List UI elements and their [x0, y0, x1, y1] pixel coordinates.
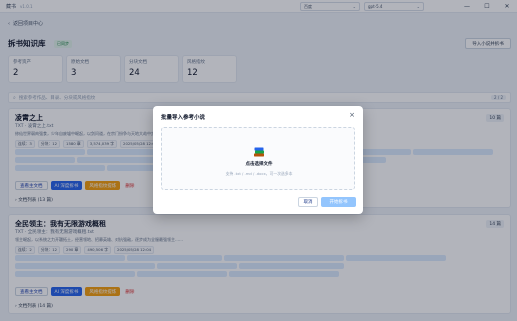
- start-parse-button[interactable]: 开始拆书: [321, 197, 356, 207]
- dialog-title: 批量导入参考小说: [161, 115, 206, 121]
- choose-file-label: 点击选择文件: [245, 162, 273, 167]
- cancel-button[interactable]: 取消: [298, 197, 318, 207]
- close-icon[interactable]: ×: [349, 111, 355, 119]
- batch-import-dialog: 批量导入参考小说 × 点击选择文件 支持 .txt / .md / .docx，…: [153, 106, 363, 214]
- file-type-hint: 支持 .txt / .md / .docx，可一次选多本: [225, 171, 293, 176]
- book-stack-icon: [253, 146, 265, 160]
- file-drop-zone[interactable]: 点击选择文件 支持 .txt / .md / .docx，可一次选多本: [161, 127, 355, 190]
